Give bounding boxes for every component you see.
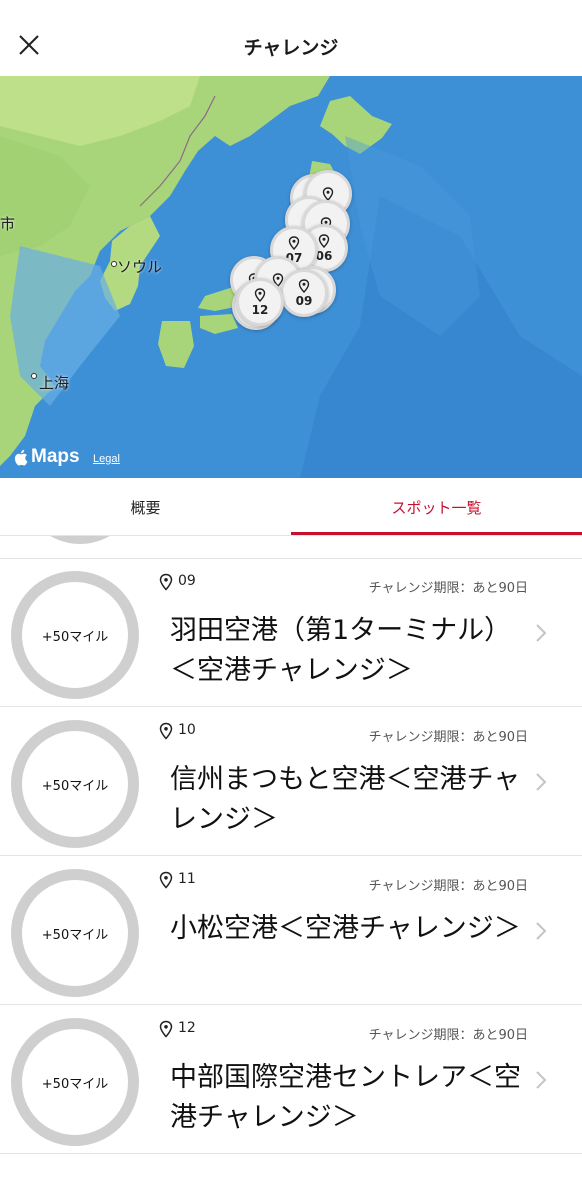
challenge-deadline: チャレンジ期限：あと90日 (368, 1028, 528, 1043)
map-label-seoul: ソウル (117, 258, 163, 276)
reward-label: +50マイル (41, 1076, 109, 1092)
spot-number: 12 (178, 1020, 196, 1036)
tab-spot-list[interactable]: スポット一覧 (291, 478, 582, 536)
chevron-right-icon (536, 1071, 547, 1089)
progress-ring (21, 536, 139, 544)
location-pin-icon (322, 187, 334, 201)
progress-ring: +50マイル (11, 720, 139, 848)
active-tab-indicator (291, 532, 582, 535)
reward-label: +50マイル (41, 629, 109, 645)
tab-overview[interactable]: 概要 (0, 478, 291, 536)
spot-name: 信州まつもと空港＜空港チャレンジ＞ (170, 764, 521, 835)
location-pin-icon (159, 573, 173, 591)
location-pin-icon (159, 871, 173, 889)
reward-label: +50マイル (41, 927, 109, 943)
location-pin-icon (288, 236, 300, 250)
map-pin-number: 09 (295, 294, 313, 308)
spot-number: 09 (178, 573, 196, 589)
location-pin-icon (318, 234, 330, 248)
tab-bar: 概要 スポット一覧 (0, 478, 582, 536)
chevron-right-icon (536, 773, 547, 791)
map-view[interactable]: 市 ソウル 上海 06 07 09 12 Maps Legal (0, 76, 582, 478)
map-pin-number: 12 (251, 303, 269, 317)
map-pin-number: 06 (315, 249, 333, 263)
apple-logo-icon (14, 449, 28, 466)
progress-ring: +50マイル (11, 869, 139, 997)
chevron-right-icon (536, 624, 547, 642)
chevron-right-icon (536, 922, 547, 940)
legal-link[interactable]: Legal (93, 453, 120, 465)
maps-text: Maps (31, 446, 80, 467)
spot-name: 小松空港＜空港チャレンジ＞ (170, 913, 521, 944)
location-pin-icon (159, 722, 173, 740)
location-pin-icon (298, 279, 310, 293)
progress-ring: +50マイル (11, 1018, 139, 1146)
map-dot-shanghai (31, 373, 37, 379)
map-label-city: 市 (0, 215, 16, 233)
challenge-deadline: チャレンジ期限：あと90日 (368, 879, 528, 894)
spot-list[interactable]: +50マイル 09 チャレンジ期限：あと90日 羽田空港（第1ターミナル）＜空港… (0, 536, 582, 1199)
spot-name: 中部国際空港セントレア＜空港チャレンジ＞ (170, 1062, 521, 1133)
spot-card[interactable]: +50マイル 09 チャレンジ期限：あと90日 羽田空港（第1ターミナル）＜空港… (0, 559, 582, 707)
challenge-deadline: チャレンジ期限：あと90日 (368, 730, 528, 745)
page-title: チャレンジ (243, 37, 339, 59)
location-pin-icon (254, 288, 266, 302)
reward-label: +50マイル (41, 778, 109, 794)
spot-name: 羽田空港（第1ターミナル）＜空港チャレンジ＞ (170, 615, 512, 686)
challenge-deadline: チャレンジ期限：あと90日 (368, 581, 528, 596)
location-pin-icon (159, 1020, 173, 1038)
header: チャレンジ (0, 0, 582, 76)
progress-ring: +50マイル (11, 571, 139, 699)
map-label-shanghai: 上海 (39, 374, 70, 392)
spot-number: 11 (178, 871, 196, 887)
spot-card[interactable]: +50マイル 12 チャレンジ期限：あと90日 中部国際空港セントレア＜空港チャ… (0, 1006, 582, 1154)
map-pin[interactable]: 09 (280, 269, 328, 317)
spot-number: 10 (178, 722, 196, 738)
apple-maps-attribution[interactable]: Maps (14, 446, 80, 468)
spot-card[interactable]: +50マイル 10 チャレンジ期限：あと90日 信州まつもと空港＜空港チャレンジ… (0, 708, 582, 856)
map-pin[interactable]: 12 (236, 278, 284, 326)
spot-card[interactable]: +50マイル 11 チャレンジ期限：あと90日 小松空港＜空港チャレンジ＞ (0, 857, 582, 1005)
